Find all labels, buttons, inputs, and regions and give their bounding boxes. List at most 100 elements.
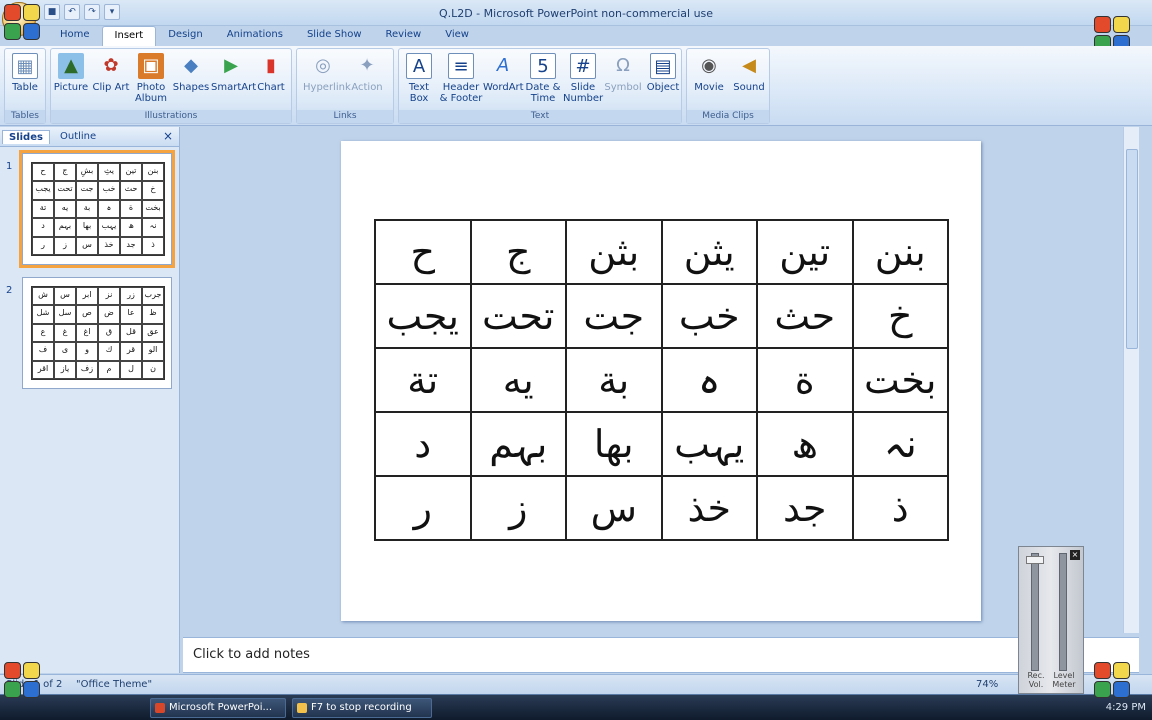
textbox-icon: A xyxy=(406,53,432,79)
thumbnail-cell: ض xyxy=(98,305,120,324)
slide-editor: ح ج بثن يثن تين بنن يجب تحت جت خب حث خ تة يه بة ہ ة بخت د ب… xyxy=(183,127,1139,633)
dropdown-icon[interactable]: ▾ xyxy=(104,4,120,20)
omega-icon: Ω xyxy=(616,55,630,76)
hyperlink-button[interactable]: ◎ Hyperlink xyxy=(303,53,351,93)
thumbnail-cell: یہب xyxy=(98,218,120,237)
thumbnail-cell: غ xyxy=(54,323,76,343)
movie-button[interactable]: ◉ Movie xyxy=(689,53,729,93)
letter-cell: ة xyxy=(758,349,854,413)
ribbon: ▦ Table Tables ▲ Picture ✿ Clip Art ▣ Photo … xyxy=(0,46,1152,126)
notes-pane[interactable]: Click to add notes xyxy=(183,637,1139,673)
close-icon[interactable]: × xyxy=(163,129,173,143)
letter-cell: يه xyxy=(471,349,567,413)
wordart-button[interactable]: A WordArt xyxy=(483,53,524,93)
scrollbar-thumb[interactable] xyxy=(1126,149,1138,349)
thumbnail-cell: شل xyxy=(32,305,54,324)
object-button[interactable]: ▤ Object xyxy=(643,53,683,93)
shapes-button[interactable]: ◆ Shapes xyxy=(171,53,211,93)
tab-insert[interactable]: Insert xyxy=(101,26,157,46)
tab-slideshow[interactable]: Slide Show xyxy=(295,26,374,46)
thumbnail-cell: خب xyxy=(98,181,120,200)
textbox-button[interactable]: A Text Box xyxy=(399,53,439,104)
thumbnail-cell: جرب xyxy=(142,287,164,306)
letter-cell: بثن xyxy=(567,221,663,285)
sound-button[interactable]: ◀ Sound xyxy=(729,53,769,93)
tab-slides[interactable]: Slides xyxy=(2,130,50,144)
zoom-level[interactable]: 74% xyxy=(976,679,998,690)
tab-outline[interactable]: Outline xyxy=(54,130,102,143)
thumbnail-cell: بخت xyxy=(142,199,164,219)
thumbnail-cell: ك xyxy=(98,342,120,361)
slide-number-icon: # xyxy=(570,53,596,79)
window-title: Q.L2D - Microsoft PowerPoint non-commerc… xyxy=(438,7,714,20)
picture-button[interactable]: ▲ Picture xyxy=(51,53,91,93)
thumbnail-cell: جت xyxy=(76,181,98,200)
thumbnail-cell: س xyxy=(76,236,98,255)
undo-icon[interactable]: ↶ xyxy=(64,4,80,20)
letter-cell: ہ xyxy=(662,349,758,413)
taskbar-recorder[interactable]: F7 to stop recording xyxy=(292,698,432,718)
tab-design[interactable]: Design xyxy=(156,26,215,46)
redo-icon[interactable]: ↷ xyxy=(84,4,100,20)
slide-number-1: 1 xyxy=(6,161,13,172)
letter-cell: ھ xyxy=(758,413,854,477)
level-meter-label: Level Meter xyxy=(1052,671,1076,689)
vertical-scrollbar[interactable] xyxy=(1123,127,1139,633)
letter-cell: جت xyxy=(567,285,663,349)
symbol-button[interactable]: Ω Symbol xyxy=(603,53,643,93)
object-icon: ▤ xyxy=(650,53,676,79)
letter-cell: ح xyxy=(376,221,472,285)
letter-cell: ج xyxy=(471,221,567,285)
slide-number-button[interactable]: # Slide Number xyxy=(563,53,603,104)
letter-cell: تين xyxy=(758,221,854,285)
clock: 4:29 PM xyxy=(1105,702,1146,713)
thumbnail-grid-2: ش س ابر نز زر جرب شل سل ص ض عا ظ ع غ اغ ق قل عق ف ی و ك قر الو ا… xyxy=(31,286,165,380)
slide-number-2: 2 xyxy=(6,285,13,296)
powerpoint-icon xyxy=(155,703,165,713)
letter-cell: بہم xyxy=(471,413,567,477)
volume-slider[interactable] xyxy=(1026,553,1044,671)
slides-panel: Slides Outline × 1 ح ج بشِ يثِ تين بنن يجب تحت ج… xyxy=(0,127,180,673)
table-button[interactable]: ▦ Table xyxy=(5,53,45,93)
thumbnail-cell: س xyxy=(54,287,76,306)
slide-thumbnail-2[interactable]: ش س ابر نز زر جرب شل سل ص ض عا ظ ع غ اغ ق قل عق ف ی و ك قر الو ا… xyxy=(22,277,172,389)
thumbnail-cell: تحت xyxy=(54,181,76,200)
thumbnail-grid-1: ح ج بشِ يثِ تين بنن يجب تحت جت خب حث خ تة يه بة ہ ة بخت د ب… xyxy=(31,162,165,256)
thumbnail-cell: ظ xyxy=(142,305,164,324)
tab-animations[interactable]: Animations xyxy=(215,26,295,46)
chart-button[interactable]: ▮ Chart xyxy=(251,53,291,93)
letter-cell: بخت xyxy=(853,349,949,413)
action-button[interactable]: ✦ Action xyxy=(347,53,387,93)
save-icon[interactable]: ■ xyxy=(44,4,60,20)
slide-canvas[interactable]: ح ج بثن يثن تين بنن يجب تحت جت خب حث خ تة يه بة ہ ة بخت د ب… xyxy=(341,141,981,621)
photo-album-button[interactable]: ▣ Photo Album xyxy=(131,53,171,104)
letter-cell: يجب xyxy=(376,285,472,349)
volume-knob[interactable] xyxy=(1026,556,1044,564)
thumbnail-cell: ز xyxy=(54,236,76,255)
shapes-icon: ◆ xyxy=(184,55,198,76)
smartart-icon: ▶ xyxy=(224,55,238,76)
thumbnail-cell: يثِ xyxy=(98,163,120,182)
clipart-button[interactable]: ✿ Clip Art xyxy=(91,53,131,93)
close-icon[interactable]: × xyxy=(1070,550,1080,560)
taskbar-powerpoint[interactable]: Microsoft PowerPoi... xyxy=(150,698,286,718)
action-icon: ✦ xyxy=(359,55,375,76)
header-footer-button[interactable]: ≡ Header & Footer xyxy=(439,53,483,104)
taskbar: Microsoft PowerPoi... F7 to stop recordi… xyxy=(0,694,1152,720)
tab-home[interactable]: Home xyxy=(48,26,102,46)
header-footer-icon: ≡ xyxy=(448,53,474,79)
panel-tabs: Slides Outline × xyxy=(0,127,179,147)
thumbnail-cell: نز xyxy=(98,287,120,306)
slide-thumbnail-1[interactable]: ح ج بشِ يثِ تين بنن يجب تحت جت خب حث خ تة يه بة ہ ة بخت د ب… xyxy=(19,150,175,268)
letter-cell: يثن xyxy=(662,221,758,285)
thumbnail-cell: ح xyxy=(32,163,54,182)
thumbnail-cell: ابر xyxy=(76,287,98,306)
thumbnail-cell: قل xyxy=(120,323,142,343)
datetime-button[interactable]: 5 Date & Time xyxy=(523,53,563,104)
tab-review[interactable]: Review xyxy=(374,26,434,46)
notes-placeholder: Click to add notes xyxy=(193,647,310,662)
thumbnail-cell: بھا xyxy=(76,218,98,237)
tab-view[interactable]: View xyxy=(433,26,481,46)
smartart-button[interactable]: ▶ SmartArt xyxy=(211,53,256,93)
logo-icon-bottomright xyxy=(1094,662,1130,698)
